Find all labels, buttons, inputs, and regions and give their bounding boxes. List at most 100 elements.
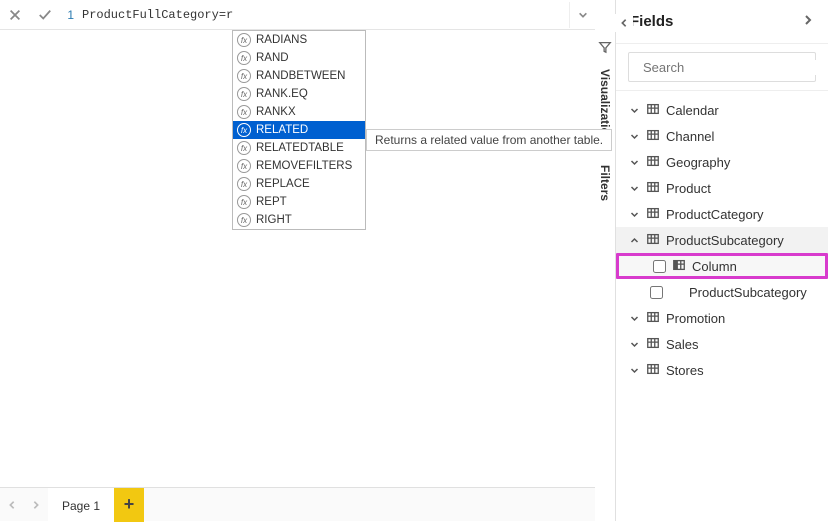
- field-row[interactable]: Column: [616, 253, 828, 279]
- table-icon: [646, 128, 660, 145]
- formula-input[interactable]: [78, 2, 569, 28]
- table-icon: [646, 310, 660, 327]
- chevron-down-icon: [628, 314, 640, 323]
- table-icon: [646, 336, 660, 353]
- function-icon: fx: [237, 51, 251, 65]
- autocomplete-item[interactable]: fx REPLACE: [233, 175, 365, 193]
- autocomplete-item[interactable]: fx RANKX: [233, 103, 365, 121]
- fields-tree: Calendar Channel Geography Product ProductCa…: [616, 91, 828, 383]
- table-name: ProductCategory: [666, 207, 764, 222]
- function-icon: fx: [237, 105, 251, 119]
- sheet-tab-active[interactable]: Page 1: [48, 488, 114, 522]
- table-icon: [646, 154, 660, 171]
- sheet-nav-next[interactable]: [24, 488, 48, 522]
- add-sheet-button[interactable]: +: [114, 488, 144, 522]
- fields-menu-button[interactable]: [802, 14, 814, 29]
- expand-formula-button[interactable]: [569, 2, 595, 28]
- function-icon: fx: [237, 141, 251, 155]
- chevron-down-icon: [628, 158, 640, 167]
- table-row[interactable]: Promotion: [616, 305, 828, 331]
- chevron-down-icon: [578, 10, 588, 20]
- autocomplete-list[interactable]: fxRADIANSfxRANDfxRANDBETWEENfxRANK.EQfxR…: [232, 30, 366, 230]
- chevron-down-icon: [628, 366, 640, 375]
- autocomplete-label: RANKX: [256, 106, 296, 118]
- commit-formula-button[interactable]: [30, 1, 60, 29]
- autocomplete-item[interactable]: fx RADIANS: [233, 31, 365, 49]
- filters-pane-toggle[interactable]: [598, 40, 612, 57]
- autocomplete-item[interactable]: fxRELATED: [233, 121, 365, 139]
- chevron-right-icon: [802, 14, 814, 26]
- autocomplete-label: REMOVEFILTERS: [256, 160, 352, 172]
- field-row[interactable]: ProductSubcategory: [616, 279, 828, 305]
- table-name: Product: [666, 181, 711, 196]
- field-checkbox[interactable]: [653, 260, 666, 273]
- chevron-up-icon: [628, 236, 640, 245]
- fields-title: Fields: [630, 13, 673, 30]
- autocomplete-label: RIGHT: [256, 214, 292, 226]
- chevron-down-icon: [628, 340, 640, 349]
- autocomplete-label: RANK.EQ: [256, 88, 308, 100]
- function-icon: fx: [237, 195, 251, 209]
- table-row[interactable]: ProductCategory: [616, 201, 828, 227]
- fields-search[interactable]: [628, 52, 816, 82]
- table-name: Stores: [666, 363, 704, 378]
- table-row[interactable]: Product: [616, 175, 828, 201]
- autocomplete-item[interactable]: fx RAND: [233, 49, 365, 67]
- function-icon: fx: [237, 87, 251, 101]
- field-name: Column: [692, 259, 737, 274]
- autocomplete-label: RAND: [256, 52, 289, 64]
- table-icon: [646, 232, 660, 249]
- chevron-down-icon: [628, 106, 640, 115]
- table-name: Calendar: [666, 103, 719, 118]
- function-icon: fx: [237, 123, 251, 137]
- function-icon: fx: [237, 213, 251, 227]
- field-checkbox[interactable]: [650, 286, 663, 299]
- function-icon: fx: [237, 69, 251, 83]
- x-icon: [8, 8, 22, 22]
- autocomplete-item[interactable]: fx RANK.EQ: [233, 85, 365, 103]
- cancel-formula-button[interactable]: [0, 1, 30, 29]
- fields-header: Fields: [616, 0, 828, 44]
- function-tooltip: Returns a related value from another tab…: [366, 129, 612, 151]
- table-icon: [646, 180, 660, 197]
- table-row[interactable]: Channel: [616, 123, 828, 149]
- fields-search-wrap: [616, 44, 828, 91]
- function-icon: fx: [237, 33, 251, 47]
- autocomplete-item[interactable]: fx REPT: [233, 193, 365, 211]
- table-name: Sales: [666, 337, 699, 352]
- formula-bar: 1: [0, 0, 595, 30]
- chevron-down-icon: [628, 210, 640, 219]
- table-name: Geography: [666, 155, 730, 170]
- autocomplete-label: RANDBETWEEN: [256, 70, 345, 82]
- table-row[interactable]: ProductSubcategory: [616, 227, 828, 253]
- function-icon: fx: [237, 159, 251, 173]
- table-icon: [646, 102, 660, 119]
- field-name: ProductSubcategory: [689, 285, 807, 300]
- autocomplete-item[interactable]: fxRELATEDTABLE: [233, 139, 365, 157]
- table-row[interactable]: Stores: [616, 357, 828, 383]
- search-input[interactable]: [643, 60, 819, 75]
- autocomplete-label: REPLACE: [256, 178, 310, 190]
- chevron-left-icon: [619, 18, 629, 28]
- table-row[interactable]: Calendar: [616, 97, 828, 123]
- autocomplete-item[interactable]: fx REMOVEFILTERS: [233, 157, 365, 175]
- autocomplete-label: REPT: [256, 196, 287, 208]
- function-icon: fx: [237, 177, 251, 191]
- autocomplete-item[interactable]: fx RANDBETWEEN: [233, 67, 365, 85]
- table-name: Promotion: [666, 311, 725, 326]
- collapse-fields-button[interactable]: [615, 14, 633, 32]
- filters-label[interactable]: Filters: [598, 165, 612, 201]
- chevron-left-icon: [7, 500, 17, 510]
- sheet-nav-prev[interactable]: [0, 488, 24, 522]
- filter-icon: [598, 40, 612, 54]
- chevron-down-icon: [628, 132, 640, 141]
- table-row[interactable]: Geography: [616, 149, 828, 175]
- autocomplete-label: RADIANS: [256, 34, 307, 46]
- fields-panel: Fields Calendar Channel Geography Product Pr…: [615, 0, 828, 521]
- table-icon: [646, 206, 660, 223]
- line-number: 1: [60, 8, 78, 22]
- table-icon: [646, 362, 660, 379]
- sheet-tab-bar: Page 1 +: [0, 487, 595, 521]
- autocomplete-item[interactable]: fx RIGHT: [233, 211, 365, 229]
- table-row[interactable]: Sales: [616, 331, 828, 357]
